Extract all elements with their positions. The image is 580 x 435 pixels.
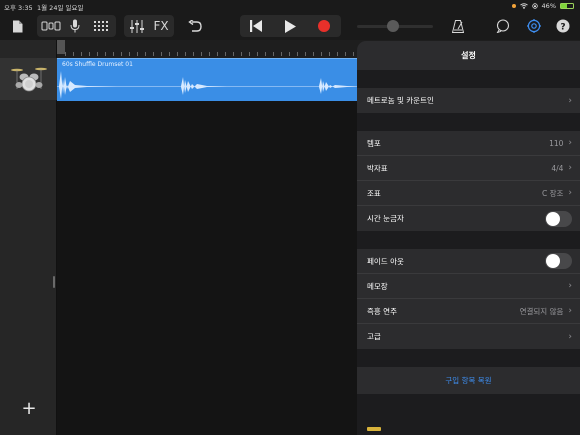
chevron-right-icon: ›	[568, 306, 572, 316]
chevron-right-icon: ›	[568, 281, 572, 291]
track-header-resize-handle[interactable]	[53, 276, 55, 288]
time-signature-value: 4/4	[551, 163, 564, 173]
garageband-app: 오후 3:35 1월 24일 일요일 46% FX ? + 60s Shuffl…	[0, 0, 580, 435]
notepad-row[interactable]: 메모장 ›	[357, 274, 580, 299]
section-gap	[357, 70, 580, 88]
time-ruler-row: 시간 눈금자	[357, 206, 580, 231]
status-bar: 오후 3:35 1월 24일 일요일 46%	[0, 0, 580, 12]
time-ruler-toggle[interactable]	[545, 210, 572, 227]
mixer-icon[interactable]	[127, 15, 147, 37]
popover-title: 설정	[357, 41, 580, 70]
section-gap	[357, 113, 580, 131]
wifi-icon	[519, 3, 528, 9]
row-label: 조표	[367, 188, 381, 198]
audio-region[interactable]: 60s Shuffle Drumset 01	[57, 58, 358, 101]
settings-popover: 설정 메트로놈 및 카운트인 › 템포 110 › 박자표 4/4 › 조표 C…	[357, 41, 580, 435]
volume-slider-knob[interactable]	[387, 20, 399, 32]
chevron-right-icon: ›	[568, 138, 572, 148]
svg-text:?: ?	[560, 23, 565, 33]
metronome-icon[interactable]	[448, 15, 468, 37]
drum-kit-icon	[10, 67, 47, 92]
fade-out-toggle[interactable]	[545, 253, 572, 269]
chevron-right-icon: ›	[568, 331, 572, 342]
partial-row-indicator	[367, 427, 381, 431]
play-icon[interactable]	[280, 15, 300, 37]
tracks-view-icon[interactable]	[40, 15, 62, 37]
tempo-row[interactable]: 템포 110 ›	[357, 131, 580, 156]
battery-icon	[560, 3, 574, 9]
tempo-value: 110	[549, 138, 564, 148]
help-icon[interactable]: ?	[554, 15, 572, 37]
track-header-column: +	[0, 40, 57, 435]
row-label: 시간 눈금자	[367, 214, 404, 223]
status-right: 46%	[511, 2, 574, 10]
metronome-count-in-row[interactable]: 메트로놈 및 카운트인 ›	[357, 88, 580, 113]
row-label: 메모장	[367, 281, 388, 291]
status-date: 1월 24일 일요일	[37, 4, 84, 12]
playhead-start-marker[interactable]	[57, 40, 65, 54]
key-signature-row[interactable]: 조표 C 장조 ›	[357, 181, 580, 206]
row-label: 메트로놈 및 카운트인	[367, 96, 434, 105]
row-label: 고급	[367, 332, 381, 341]
lock-rotation-icon	[531, 3, 538, 9]
track-header-drums[interactable]	[0, 58, 57, 100]
row-label: 템포	[367, 138, 381, 148]
toolbar: FX ?	[0, 12, 580, 40]
jam-session-row[interactable]: 즉흥 연주 연결되지 않음 ›	[357, 299, 580, 324]
section-gap	[357, 349, 580, 367]
chevron-right-icon: ›	[568, 188, 572, 198]
chevron-right-icon: ›	[568, 95, 572, 106]
add-track-button[interactable]: +	[20, 398, 38, 419]
region-waveform	[57, 71, 358, 99]
row-label: 박자표	[367, 163, 388, 173]
grid-icon[interactable]	[90, 15, 112, 37]
microphone-icon[interactable]	[66, 15, 84, 37]
jam-session-value: 연결되지 않음	[519, 306, 564, 316]
rewind-icon[interactable]	[246, 15, 266, 37]
row-label: 페이드 아웃	[367, 256, 404, 266]
document-icon[interactable]	[9, 15, 25, 37]
record-icon	[318, 20, 330, 32]
row-label: 즉흥 연주	[367, 306, 397, 316]
fx-button[interactable]: FX	[151, 15, 171, 37]
chevron-right-icon: ›	[568, 163, 572, 173]
time-signature-row[interactable]: 박자표 4/4 ›	[357, 156, 580, 181]
undo-icon[interactable]	[185, 15, 205, 37]
advanced-row[interactable]: 고급 ›	[357, 324, 580, 349]
status-time: 오후 3:35	[4, 4, 33, 12]
record-button[interactable]	[313, 15, 335, 37]
section-gap	[357, 231, 580, 249]
battery-percent: 46%	[541, 2, 556, 10]
restore-purchases-button[interactable]: 구입 항목 복원	[357, 367, 580, 394]
settings-icon[interactable]	[524, 15, 544, 37]
privacy-indicator-icon	[511, 4, 516, 8]
fade-out-row: 페이드 아웃	[357, 249, 580, 274]
key-signature-value: C 장조	[541, 188, 564, 198]
loop-icon[interactable]	[493, 15, 513, 37]
